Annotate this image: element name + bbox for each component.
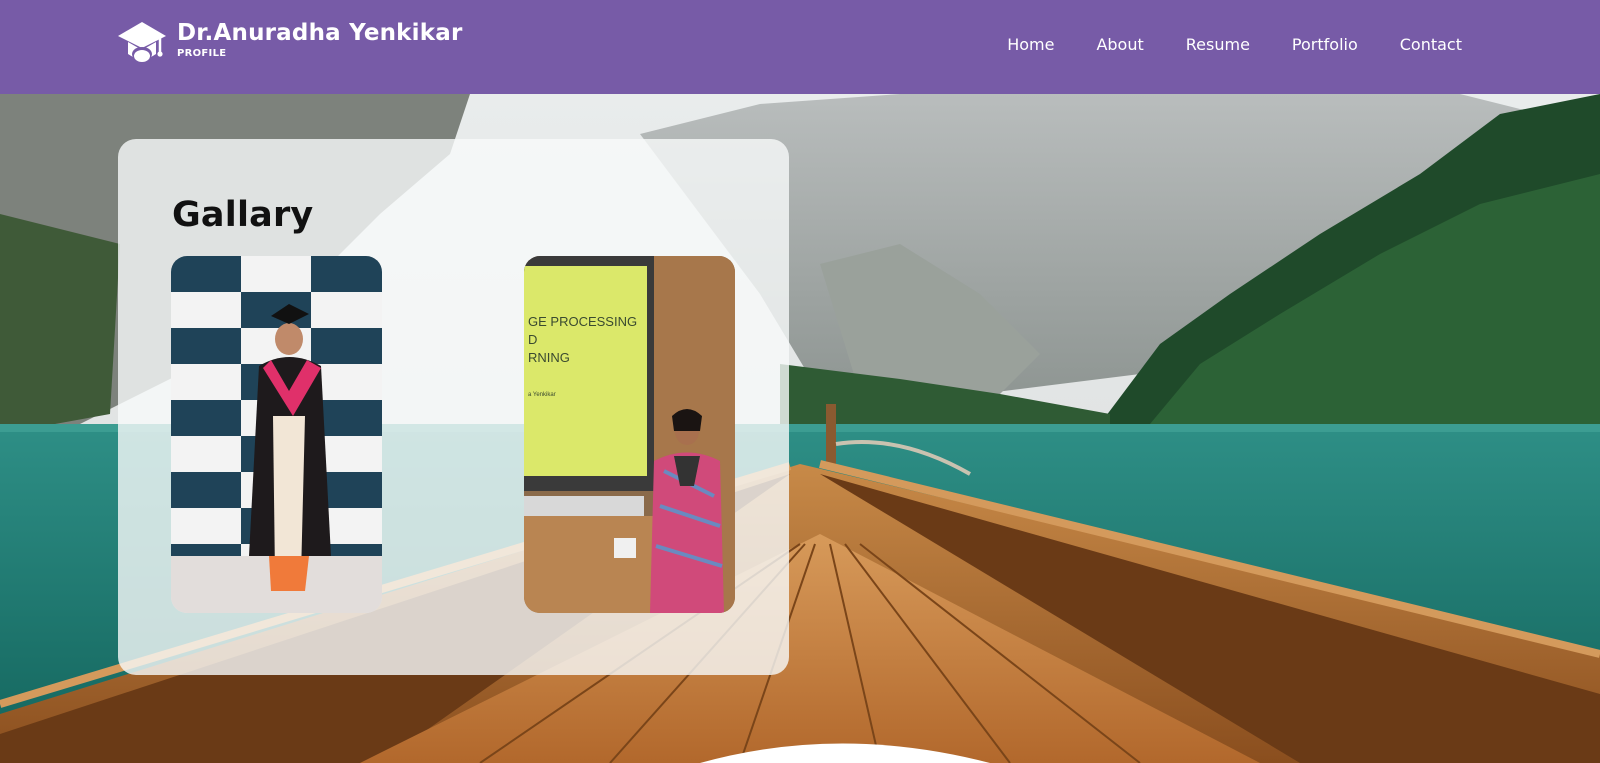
main-nav: Home About Resume Portfolio Contact (965, 34, 1462, 56)
site-subtitle: PROFILE (177, 48, 227, 59)
gallery-card: Gallary GE PROCESSING D RNING a Yenkikar (118, 139, 789, 675)
site-title: Dr.Anuradha Yenkikar (177, 20, 463, 46)
nav-home[interactable]: Home (1007, 34, 1054, 56)
nav-contact[interactable]: Contact (1400, 34, 1462, 56)
gallery-photo-graduation[interactable] (171, 256, 382, 613)
gallery-photo-presentation[interactable]: GE PROCESSING D RNING a Yenkikar (524, 256, 735, 613)
nav-resume[interactable]: Resume (1186, 34, 1250, 56)
site-header: Dr.Anuradha Yenkikar PROFILE Home About … (0, 0, 1600, 94)
slide-title-text-2: D (528, 332, 537, 347)
brand[interactable]: Dr.Anuradha Yenkikar PROFILE (116, 18, 463, 68)
slide-title-text: GE PROCESSING (528, 314, 637, 329)
slide-author-text: a Yenkikar (528, 392, 556, 398)
nav-about[interactable]: About (1096, 34, 1143, 56)
slide-title-text-3: RNING (528, 350, 570, 365)
graduation-cap-icon (118, 22, 166, 62)
gallery-title: Gallary (172, 195, 314, 235)
nav-portfolio[interactable]: Portfolio (1292, 34, 1358, 56)
